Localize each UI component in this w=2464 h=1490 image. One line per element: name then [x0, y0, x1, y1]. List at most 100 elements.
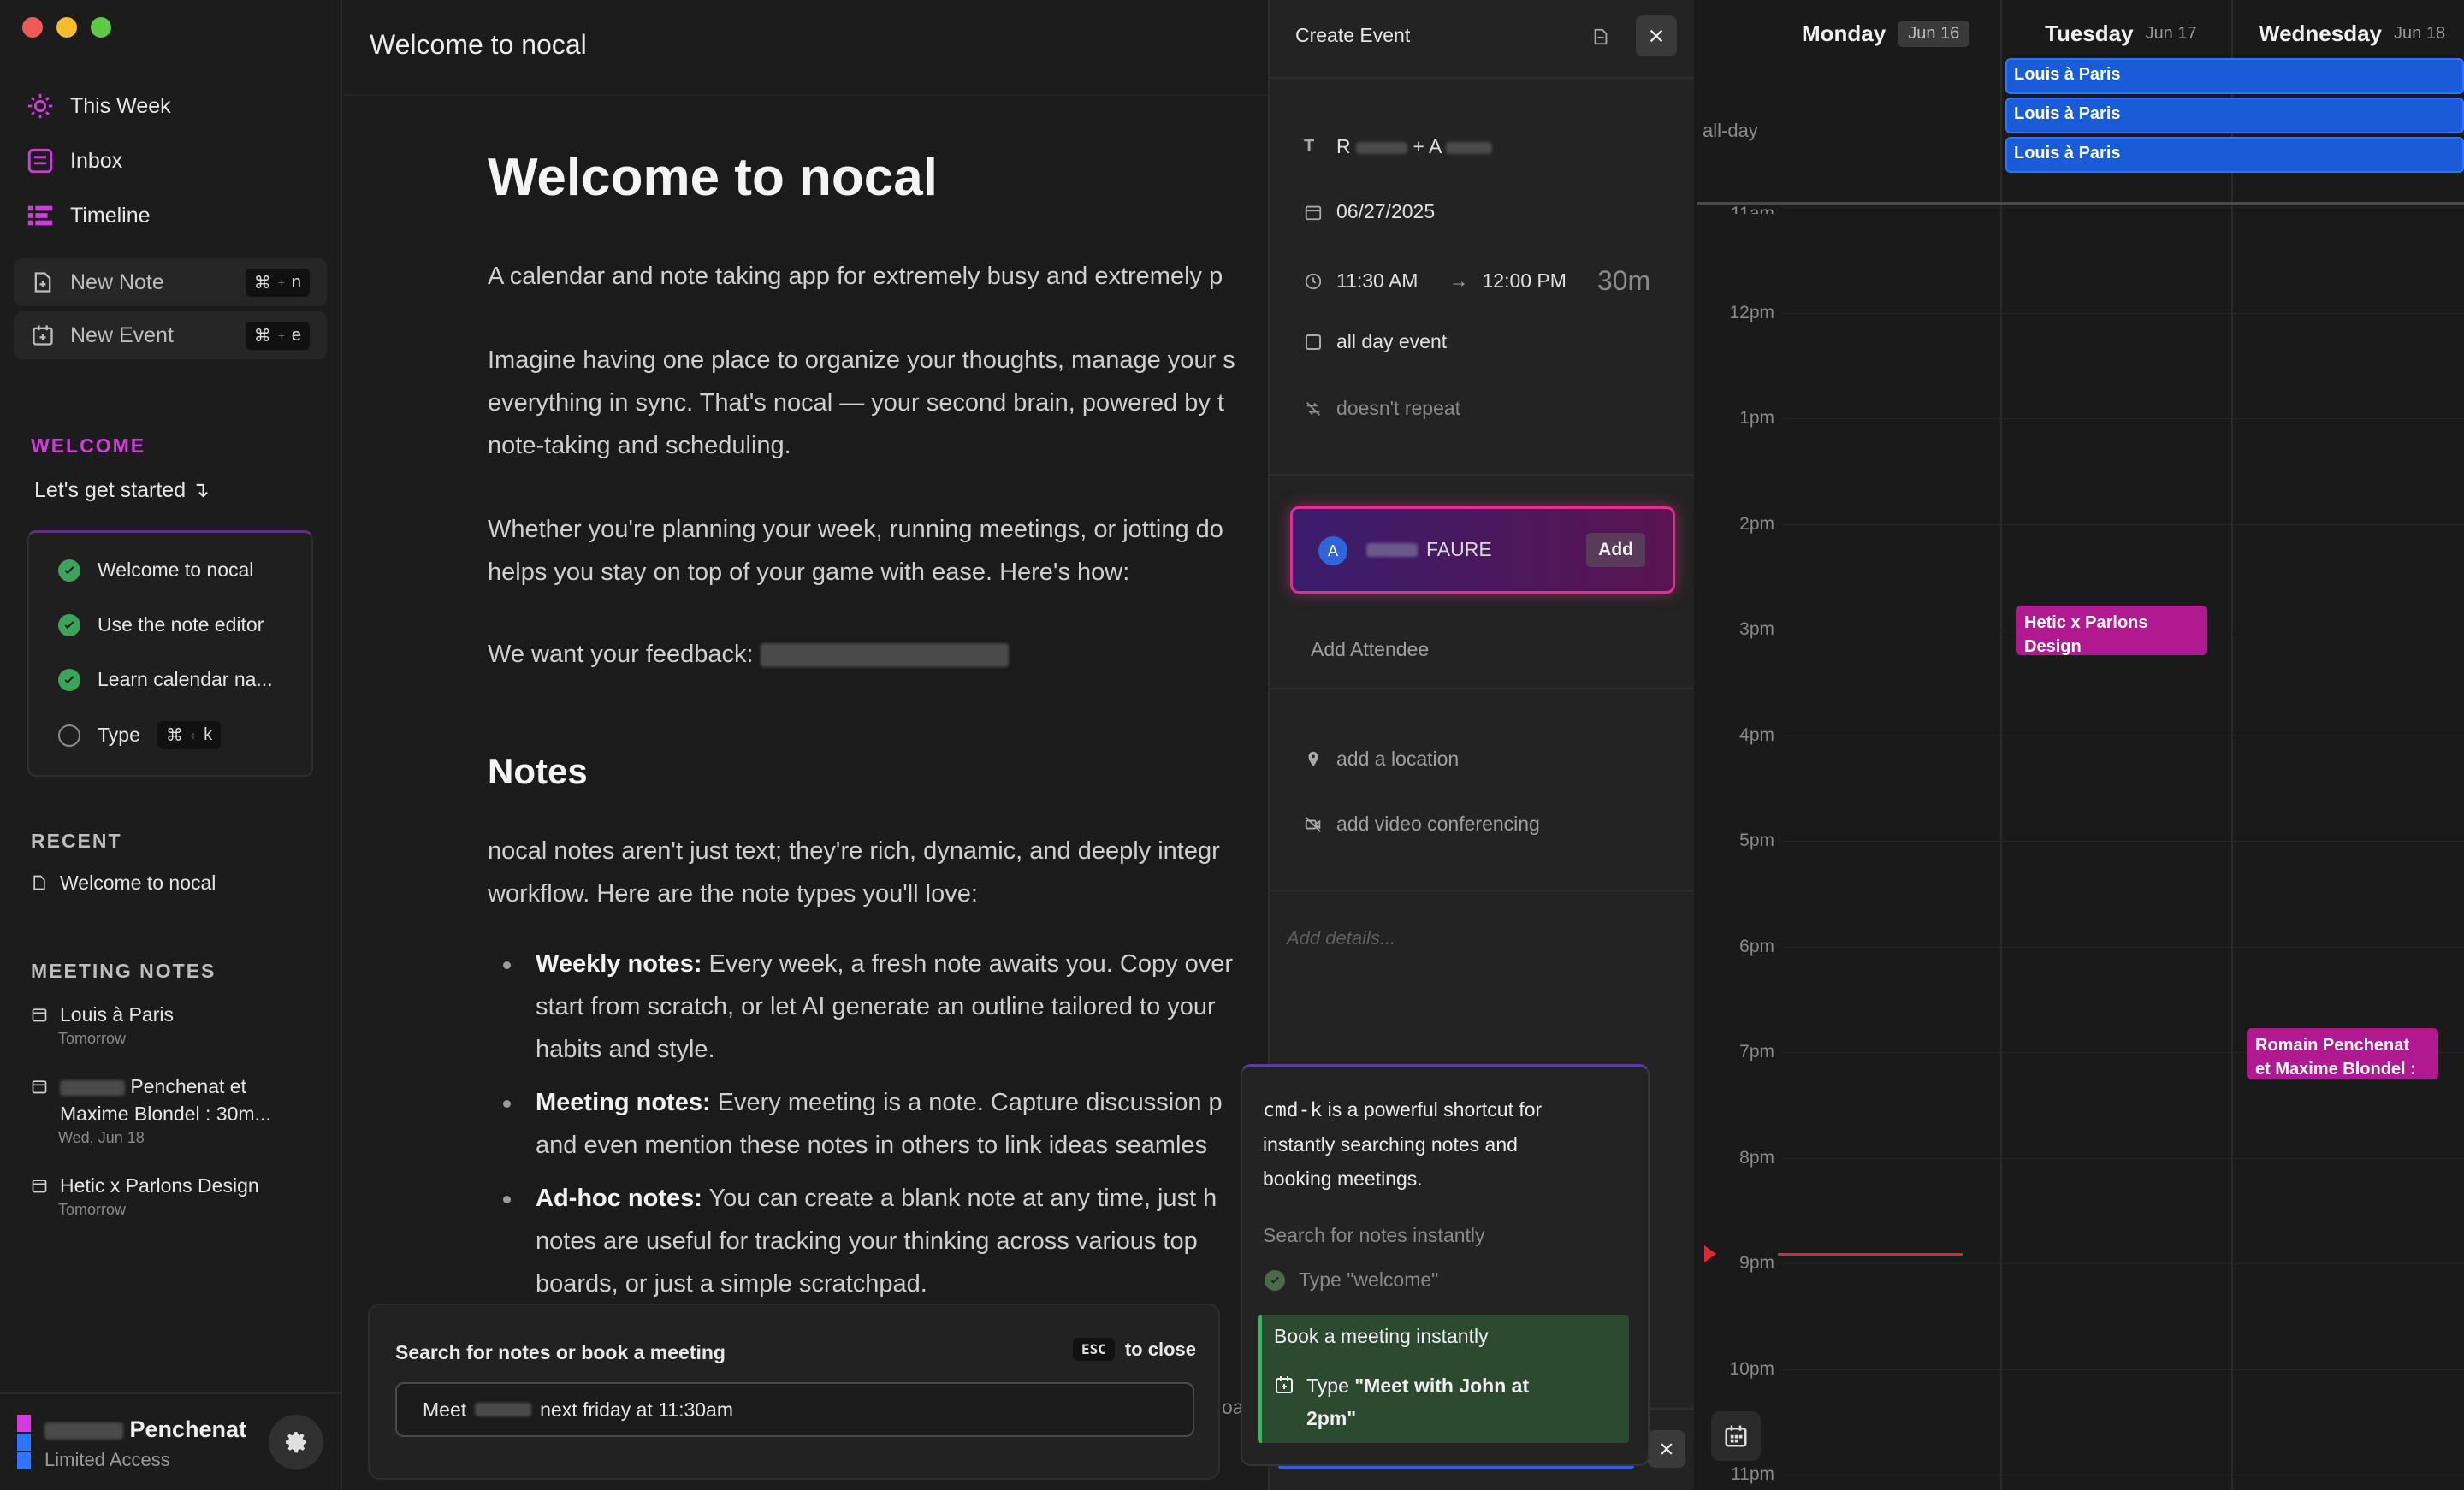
zoom-window-button[interactable]: [91, 17, 111, 38]
welcome-section-label: WELCOME: [31, 435, 146, 457]
calendar-icon: [32, 1180, 47, 1193]
feedback-line[interactable]: We want your feedback:: [488, 633, 1258, 676]
user-name[interactable]: Penchenat: [44, 1416, 246, 1443]
add-attendee-button[interactable]: Add: [1586, 533, 1645, 567]
all-day-checkbox[interactable]: all day event: [1304, 330, 1447, 353]
hour-label: 11pm: [1731, 1464, 1774, 1484]
note-paragraph[interactable]: Imagine having one place to organize you…: [488, 339, 1258, 381]
location-field[interactable]: add a location: [1304, 748, 1459, 771]
minimize-window-button[interactable]: [56, 17, 77, 38]
redacted-text: [1366, 542, 1418, 557]
hour-line: [1784, 1263, 2464, 1264]
note-paragraph[interactable]: everything in sync. That's nocal — your …: [488, 381, 1258, 424]
sidebar: This Week Inbox Timeline New Note ⌘ + n Ne…: [0, 0, 342, 1490]
video-field[interactable]: add video conferencing: [1304, 813, 1540, 836]
calendar-icon: [32, 1008, 47, 1022]
bullet-text[interactable]: Meeting notes: Every meeting is a note. …: [536, 1081, 1306, 1124]
settings-button[interactable]: [269, 1415, 323, 1469]
calendar-event[interactable]: Hetic x Parlons Design: [2016, 606, 2207, 655]
all-day-event[interactable]: Louis à Paris: [2005, 137, 2464, 173]
bullet-text[interactable]: habits and style.: [536, 1028, 1306, 1071]
redacted-link[interactable]: [760, 643, 1009, 668]
all-day-event[interactable]: Louis à Paris: [2005, 98, 2464, 133]
recent-item[interactable]: Welcome to nocal: [31, 869, 216, 896]
close-panel-button[interactable]: [1636, 15, 1677, 56]
event-title-field[interactable]: T R + A: [1304, 135, 1493, 158]
repeat-field[interactable]: doesn't repeat: [1304, 397, 1460, 420]
note-paragraph[interactable]: A calendar and note taking app for extre…: [488, 255, 1258, 298]
attendee-card: A FAURE Add: [1290, 506, 1675, 594]
start-time[interactable]: 11:30 AM: [1336, 269, 1418, 293]
event-time-field[interactable]: 11:30 AM → 12:00 PM 30m: [1304, 265, 1650, 297]
recent-section-label: RECENT: [31, 830, 122, 852]
bullet-text[interactable]: notes are useful for tracking your think…: [536, 1220, 1306, 1262]
note-paragraph[interactable]: workflow. Here are the note types you'll…: [488, 872, 1258, 915]
hour-label: 11am: [1731, 204, 1774, 214]
nav-inbox[interactable]: Inbox: [26, 139, 122, 183]
checklist-item[interactable]: Welcome to nocal: [58, 559, 253, 582]
redacted-text: [475, 1403, 532, 1416]
bullet-text[interactable]: start from scratch, or let AI generate a…: [536, 985, 1306, 1028]
checkbox-icon: [1306, 334, 1321, 350]
check-circle-icon: [58, 559, 80, 582]
empty-circle-icon: [58, 724, 80, 747]
details-textarea[interactable]: Add details...: [1287, 927, 1395, 949]
all-day-event[interactable]: Louis à Paris: [2005, 58, 2464, 94]
nav-this-week[interactable]: This Week: [26, 84, 171, 128]
no-repeat-icon: [1306, 401, 1320, 416]
note-paragraph[interactable]: note-taking and scheduling.: [488, 424, 1258, 467]
checklist-item[interactable]: Use the note editor: [58, 613, 264, 636]
calendar-toggle-button[interactable]: [1711, 1411, 1761, 1461]
nav-label: Inbox: [70, 148, 123, 173]
new-event-icon: [33, 325, 53, 346]
search-input[interactable]: Meet next friday at 11:30am: [395, 1382, 1194, 1437]
checklist-item[interactable]: Learn calendar na...: [58, 668, 273, 691]
note-toggle-button[interactable]: [1586, 22, 1615, 51]
calendar-week-view: Monday Jun 16 Tuesday Jun 17 Wednesday Jun …: [1694, 0, 2464, 1490]
get-started-toggle[interactable]: Let's get started ↴: [34, 477, 210, 503]
all-day-label: all-day: [1703, 120, 1758, 141]
event-date-field[interactable]: 06/27/2025: [1304, 200, 1435, 223]
nav-label: This Week: [70, 93, 171, 118]
new-event-shortcut: ⌘ + e: [245, 321, 310, 350]
redacted-text: [60, 1079, 125, 1096]
redacted-text: [1446, 141, 1493, 154]
bullet-text[interactable]: Weekly notes: Every week, a fresh note a…: [536, 943, 1306, 985]
new-note-icon: [34, 272, 51, 293]
new-note-shortcut: ⌘ + n: [245, 268, 310, 297]
new-note-button[interactable]: New Note ⌘ + n: [14, 258, 327, 306]
day-header-wednesday[interactable]: Wednesday Jun 18: [2259, 21, 2445, 47]
hour-label: 2pm: [1739, 514, 1774, 534]
meeting-note-item[interactable]: Louis à Paris Tomorrow: [31, 1001, 174, 1048]
day-header-monday[interactable]: Monday Jun 16: [1802, 21, 1970, 47]
nav-timeline[interactable]: Timeline: [26, 193, 151, 238]
timeline-icon: [27, 205, 53, 226]
note-heading[interactable]: Welcome to nocal: [488, 144, 1258, 212]
note-paragraph[interactable]: nocal notes aren't just text; they're ri…: [488, 830, 1258, 872]
dismiss-button[interactable]: [1648, 1430, 1685, 1468]
end-time[interactable]: 12:00 PM: [1482, 269, 1566, 293]
page-title: Welcome to nocal: [370, 29, 587, 60]
checklist-item[interactable]: Type ⌘ + k: [58, 721, 222, 749]
calendar-event[interactable]: Romain Penchenat et Maxime Blondel :: [2247, 1028, 2438, 1079]
day-column-divider: [2000, 0, 2002, 1490]
bullet-text[interactable]: and even mention these notes in others t…: [536, 1124, 1306, 1167]
day-header-tuesday[interactable]: Tuesday Jun 17: [2045, 21, 2197, 47]
note-paragraph[interactable]: helps you stay on top of your game with …: [488, 551, 1258, 594]
add-attendee-input[interactable]: Add Attendee: [1311, 638, 1429, 661]
new-event-button[interactable]: New Event ⌘ + e: [14, 311, 327, 359]
bullet-text[interactable]: boards, or just a simple scratchpad.: [536, 1262, 1306, 1305]
sun-icon: [27, 93, 53, 119]
notes-heading[interactable]: Notes: [488, 748, 1258, 795]
text-icon: T: [1304, 137, 1315, 156]
calendar-icon: [32, 1080, 47, 1094]
check-circle-icon: [1265, 1269, 1285, 1291]
cmd-k-shortcut: ⌘ + k: [157, 721, 222, 749]
bullet-text[interactable]: Ad-hoc notes: You can create a blank not…: [536, 1177, 1306, 1220]
close-window-button[interactable]: [22, 17, 43, 38]
meeting-note-item[interactable]: Penchenat et Maxime Blondel : 30m... Wed…: [31, 1073, 271, 1147]
hour-line: [1784, 418, 2464, 419]
divider: [1270, 77, 1696, 79]
note-paragraph[interactable]: Whether you're planning your week, runni…: [488, 508, 1258, 551]
meeting-note-item[interactable]: Hetic x Parlons Design Tomorrow: [31, 1172, 259, 1219]
